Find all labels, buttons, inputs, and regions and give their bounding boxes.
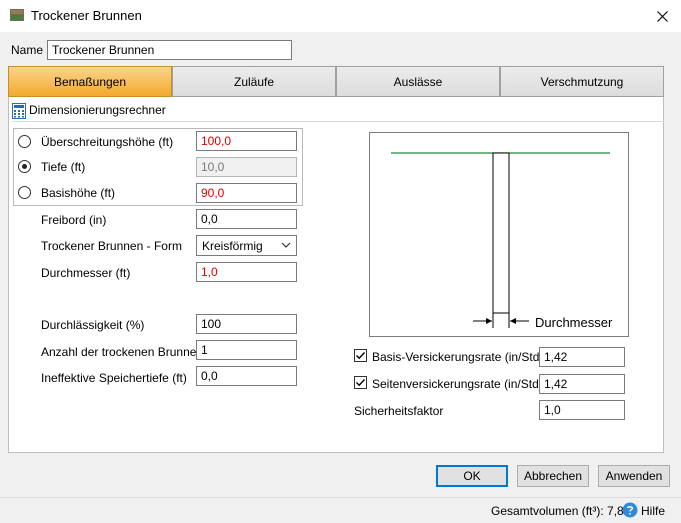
radio-tiefe[interactable]: [18, 160, 31, 173]
section-title: Dimensionierungsrechner: [29, 103, 166, 117]
tab-auslaesse[interactable]: Auslässe: [336, 66, 500, 97]
freibord-label: Freibord (in): [41, 213, 107, 227]
apply-button[interactable]: Anwenden: [598, 465, 670, 487]
total-volume-label: Gesamtvolumen (ft³):: [491, 504, 604, 518]
ueberschreitungshoehe-label: Überschreitungshöhe (ft): [41, 135, 174, 149]
form-select[interactable]: Kreisförmig: [196, 235, 297, 256]
total-volume: Gesamtvolumen (ft³): 7,854: [491, 504, 637, 518]
basishoehe-input[interactable]: [196, 183, 297, 203]
tab-zulaeufe[interactable]: Zuläufe: [172, 66, 336, 97]
ok-button[interactable]: OK: [436, 465, 508, 487]
tiefe-input: [196, 157, 297, 177]
speichertiefe-input[interactable]: [196, 366, 297, 386]
close-icon: [656, 10, 668, 22]
durchlaessigkeit-input[interactable]: [196, 314, 297, 334]
speichertiefe-label: Ineffektive Speichertiefe (ft): [41, 371, 187, 385]
window-title: Trockener Brunnen: [31, 8, 142, 23]
diagram-dimension-label: Durchmesser: [535, 315, 613, 330]
radio-ueberschreitungshoehe[interactable]: [18, 135, 31, 148]
basis-rate-checkbox[interactable]: [354, 349, 367, 362]
anzahl-label: Anzahl der trockenen Brunnen: [41, 345, 204, 359]
chevron-down-icon: [281, 242, 291, 248]
seiten-rate-input[interactable]: [539, 374, 625, 394]
well-diagram: Durchmesser: [369, 132, 629, 337]
tiefe-label: Tiefe (ft): [41, 160, 86, 174]
durchmesser-label: Durchmesser (ft): [41, 266, 131, 280]
check-icon: [356, 379, 366, 387]
sicherheitsfaktor-input[interactable]: [539, 400, 625, 420]
anzahl-input[interactable]: [196, 340, 297, 360]
ueberschreitungshoehe-input[interactable]: [196, 131, 297, 151]
tab-bar: Bemaßungen Zuläufe Auslässe Verschmutzun…: [8, 66, 664, 97]
seiten-rate-checkbox[interactable]: [354, 376, 367, 389]
help-link[interactable]: Hilfe: [641, 504, 665, 518]
form-select-value: Kreisförmig: [202, 238, 263, 253]
close-button[interactable]: [643, 0, 681, 32]
form-label: Trockener Brunnen - Form: [41, 239, 182, 253]
basishoehe-label: Basishöhe (ft): [41, 186, 116, 200]
tab-verschmutzung[interactable]: Verschmutzung: [500, 66, 664, 97]
tab-bemassungen[interactable]: Bemaßungen: [8, 66, 172, 97]
basis-rate-input[interactable]: [539, 347, 625, 367]
app-icon: [9, 7, 25, 23]
basis-rate-label: Basis-Versickerungsrate (in/Std.): [372, 350, 547, 364]
freibord-input[interactable]: [196, 209, 297, 229]
sicherheitsfaktor-label: Sicherheitsfaktor: [354, 404, 444, 418]
seiten-rate-label: Seitenversickerungsrate (in/Std.): [372, 377, 547, 391]
calculator-icon[interactable]: [12, 103, 30, 119]
radio-basishoehe[interactable]: [18, 186, 31, 199]
section-divider: [12, 121, 664, 122]
name-input[interactable]: [47, 40, 292, 60]
cancel-button[interactable]: Abbrechen: [517, 465, 589, 487]
name-label: Name: [11, 43, 44, 57]
durchlaessigkeit-label: Durchlässigkeit (%): [41, 318, 145, 332]
well-diagram-graphic: [391, 152, 610, 328]
footer-divider: [0, 497, 681, 498]
help-icon[interactable]: [622, 502, 638, 518]
durchmesser-input[interactable]: [196, 262, 297, 282]
check-icon: [356, 352, 366, 360]
